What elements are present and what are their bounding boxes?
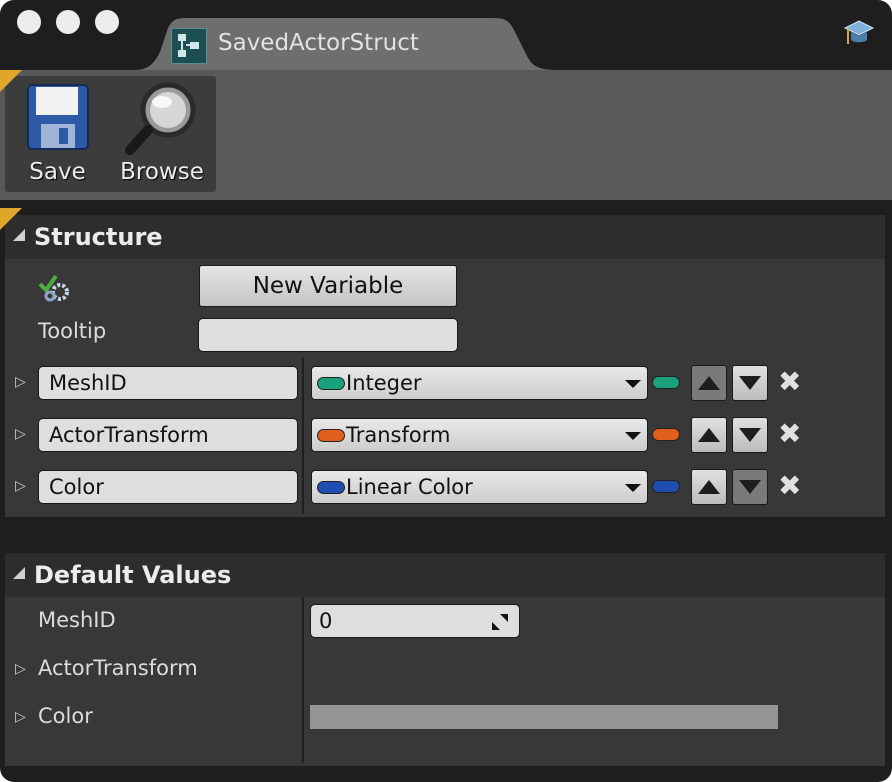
move-down-button[interactable] bbox=[732, 365, 768, 401]
tooltip-input[interactable] bbox=[198, 318, 458, 352]
variable-name-field[interactable]: Color bbox=[38, 470, 298, 504]
mesh-id-default-label: MeshID bbox=[38, 608, 116, 632]
variable-type-label: Transform bbox=[346, 423, 451, 447]
variable-name-field[interactable]: MeshID bbox=[38, 366, 298, 400]
expand-icon[interactable]: ▷ bbox=[15, 659, 26, 679]
structure-corner-marker bbox=[0, 208, 22, 230]
collapse-icon bbox=[13, 229, 25, 241]
magnifier-icon bbox=[125, 82, 196, 155]
type-pin-icon bbox=[652, 480, 680, 493]
variable-row: ▷ ActorTransform Transform ✖ bbox=[0, 417, 892, 453]
save-label: Save bbox=[29, 159, 86, 185]
variable-type-dropdown[interactable]: Integer bbox=[311, 366, 648, 400]
tab-title: SavedActorStruct bbox=[218, 30, 419, 56]
default-values-header[interactable]: Default Values bbox=[5, 553, 885, 597]
move-down-button[interactable] bbox=[732, 417, 768, 453]
spin-drag-icon bbox=[492, 614, 508, 630]
variable-type-label: Linear Color bbox=[346, 475, 473, 499]
variable-settings-icon bbox=[38, 270, 72, 306]
expand-icon[interactable]: ▷ bbox=[15, 372, 26, 392]
move-up-button[interactable] bbox=[691, 469, 727, 505]
zoom-window-button[interactable] bbox=[95, 10, 119, 34]
move-down-button[interactable] bbox=[732, 469, 768, 505]
variable-row: ▷ MeshID Integer ✖ bbox=[0, 365, 892, 401]
column-divider bbox=[302, 597, 304, 763]
collapse-icon bbox=[13, 567, 25, 579]
remove-variable-icon[interactable]: ✖ bbox=[778, 419, 801, 449]
chevron-down-icon bbox=[625, 380, 641, 388]
browse-button[interactable]: Browse bbox=[112, 80, 212, 190]
remove-variable-icon[interactable]: ✖ bbox=[778, 367, 801, 397]
chevron-down-icon bbox=[625, 432, 641, 440]
variable-type-label: Integer bbox=[346, 371, 422, 395]
structure-title: Structure bbox=[34, 223, 163, 251]
close-window-button[interactable] bbox=[17, 10, 41, 34]
color-swatch[interactable] bbox=[310, 705, 778, 729]
editor-window: SavedActorStruct × Save Browse Structure… bbox=[0, 0, 892, 782]
browse-label: Browse bbox=[120, 159, 204, 185]
chevron-down-icon bbox=[625, 484, 641, 492]
expand-icon[interactable]: ▷ bbox=[15, 707, 26, 727]
struct-asset-icon bbox=[171, 28, 207, 64]
remove-variable-icon[interactable]: ✖ bbox=[778, 471, 801, 501]
type-pin-icon bbox=[317, 377, 345, 390]
type-pin-icon bbox=[317, 481, 345, 494]
save-button[interactable]: Save bbox=[15, 80, 100, 190]
type-pin-icon bbox=[317, 429, 345, 442]
save-disk-icon bbox=[27, 84, 89, 150]
move-up-button[interactable] bbox=[691, 365, 727, 401]
variable-name-field[interactable]: ActorTransform bbox=[38, 418, 298, 452]
new-variable-button[interactable]: New Variable bbox=[199, 265, 457, 307]
type-pin-icon bbox=[652, 376, 680, 389]
variable-type-dropdown[interactable]: Linear Color bbox=[311, 470, 648, 504]
actor-transform-default-label: ActorTransform bbox=[38, 656, 198, 680]
mesh-id-value-field[interactable]: 0 bbox=[310, 604, 520, 638]
color-default-label: Color bbox=[38, 704, 93, 728]
variable-type-dropdown[interactable]: Transform bbox=[311, 418, 648, 452]
move-up-button[interactable] bbox=[691, 417, 727, 453]
default-values-title: Default Values bbox=[34, 561, 232, 589]
expand-icon[interactable]: ▷ bbox=[15, 476, 26, 496]
minimize-window-button[interactable] bbox=[56, 10, 80, 34]
mesh-id-value: 0 bbox=[319, 609, 333, 633]
structure-header[interactable]: Structure bbox=[5, 215, 885, 259]
variable-row: ▷ Color Linear Color ✖ bbox=[0, 469, 892, 505]
type-pin-icon bbox=[652, 428, 680, 441]
tutorial-hat-icon[interactable] bbox=[842, 16, 876, 54]
tooltip-label: Tooltip bbox=[38, 319, 107, 343]
tab-close-icon[interactable]: × bbox=[502, 33, 514, 53]
expand-icon[interactable]: ▷ bbox=[15, 424, 26, 444]
